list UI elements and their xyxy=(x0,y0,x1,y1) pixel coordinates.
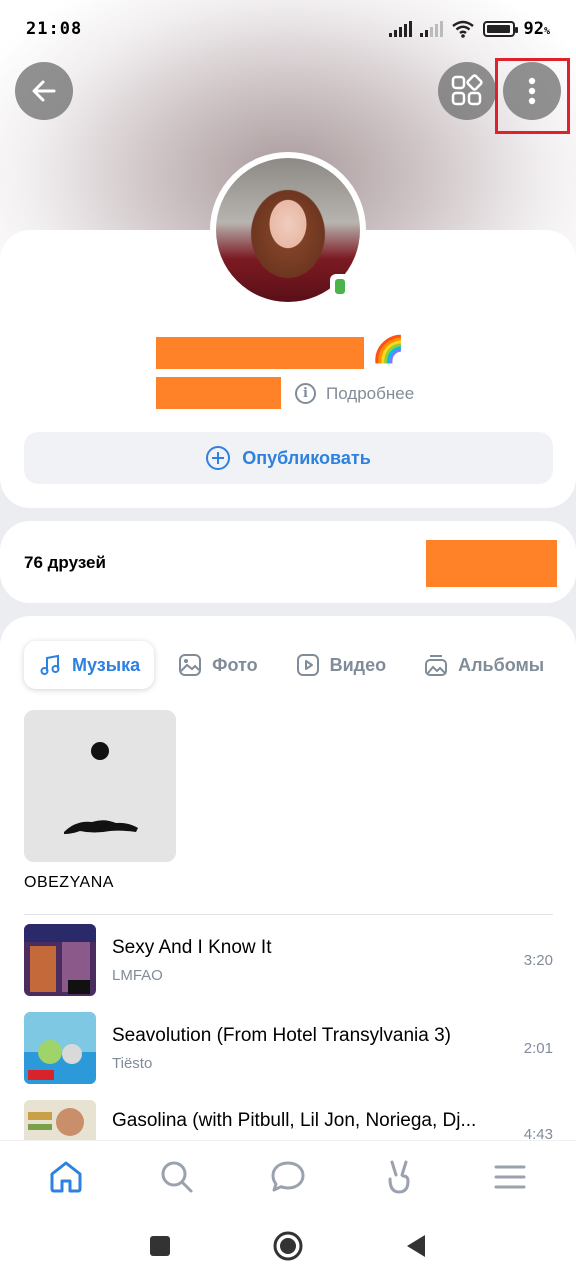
track-artist: LMFAO xyxy=(112,966,163,984)
search-icon xyxy=(161,1161,193,1192)
friends-avatars-redacted xyxy=(426,540,557,587)
recents-icon[interactable] xyxy=(148,1234,172,1258)
info-icon: i xyxy=(295,383,316,404)
media-tabs: Музыка Фото Видео Альбомы xyxy=(24,641,568,689)
apps-grid-icon xyxy=(451,74,483,106)
music-note-icon xyxy=(38,653,62,677)
video-icon xyxy=(296,653,320,677)
tab-photo-label: Фото xyxy=(212,654,258,675)
status-time: 21:08 xyxy=(26,19,83,39)
wifi-icon xyxy=(452,20,475,38)
signal-icon xyxy=(389,21,413,37)
battery-percent: 92% xyxy=(523,19,550,39)
tab-albums-label: Альбомы xyxy=(458,654,545,675)
tab-photo[interactable]: Фото xyxy=(164,641,271,689)
photo-icon xyxy=(178,653,202,677)
back-triangle-icon[interactable] xyxy=(404,1233,428,1259)
tab-albums[interactable]: Альбомы xyxy=(410,641,558,689)
details-link[interactable]: i Подробнее xyxy=(295,383,414,404)
tab-video[interactable]: Видео xyxy=(282,641,401,689)
nav-home[interactable] xyxy=(38,1149,94,1205)
nav-clips[interactable] xyxy=(371,1149,427,1205)
bottom-navigation xyxy=(0,1140,576,1212)
signal-icon-secondary xyxy=(420,21,444,37)
clips-icon xyxy=(388,1160,410,1194)
track-info: Gasolina (with Pitbull, Lil Jon, Noriega… xyxy=(96,1100,513,1132)
track-duration: 2:01 xyxy=(523,1039,553,1057)
messages-icon xyxy=(271,1161,305,1191)
album-art xyxy=(24,710,176,862)
rainbow-emoji: 🌈 xyxy=(372,334,405,364)
home-circle-icon[interactable] xyxy=(272,1230,304,1262)
battery-icon xyxy=(483,21,519,37)
back-button[interactable] xyxy=(15,62,73,120)
home-icon xyxy=(50,1161,82,1192)
status-indicators: 92% xyxy=(389,19,550,39)
track-title: Gasolina (with Pitbull, Lil Jon, Noriega… xyxy=(112,1110,477,1131)
system-navigation xyxy=(0,1212,576,1280)
apps-button[interactable] xyxy=(438,62,496,120)
nav-messages[interactable] xyxy=(260,1149,316,1205)
friends-count: 76 друзей xyxy=(24,553,106,572)
track-info: Sexy And I Know It LMFAO xyxy=(96,937,513,984)
album-cover[interactable] xyxy=(24,710,176,862)
track-cover xyxy=(24,924,96,996)
publish-label: Опубликовать xyxy=(242,447,371,468)
details-label: Подробнее xyxy=(326,383,415,403)
track-row[interactable]: Sexy And I Know It LMFAO 3:20 xyxy=(24,924,553,996)
track-info: Seavolution (From Hotel Transylvania 3) … xyxy=(96,1025,513,1072)
albums-icon xyxy=(424,653,448,677)
menu-icon xyxy=(494,1165,526,1188)
online-mobile-badge xyxy=(330,274,350,298)
arrow-left-icon xyxy=(32,80,56,102)
publish-button[interactable]: Опубликовать xyxy=(24,432,553,484)
media-card xyxy=(0,616,576,1176)
tab-music-label: Музыка xyxy=(72,654,141,675)
name-redacted xyxy=(156,337,364,369)
tab-video-label: Видео xyxy=(329,654,387,675)
track-artist: Tiësto xyxy=(112,1054,153,1072)
status-redacted xyxy=(156,377,281,409)
status-bar: 21:08 92% xyxy=(0,0,576,58)
track-row[interactable]: Gasolina (with Pitbull, Lil Jon, Noriega… xyxy=(24,1100,553,1140)
divider xyxy=(24,914,553,915)
track-duration: 3:20 xyxy=(523,951,553,969)
track-title: Sexy And I Know It xyxy=(112,936,272,958)
plus-circle-icon xyxy=(206,446,231,470)
nav-search[interactable] xyxy=(149,1149,205,1205)
nav-menu[interactable] xyxy=(482,1149,538,1205)
highlight-box xyxy=(495,58,570,134)
album-title[interactable]: OBEZYANA xyxy=(24,874,114,892)
track-title: Seavolution (From Hotel Transylvania 3) xyxy=(112,1024,451,1046)
track-cover xyxy=(24,1012,96,1084)
track-cover xyxy=(24,1100,96,1140)
track-duration: 4:43 xyxy=(523,1126,553,1140)
tab-music[interactable]: Музыка xyxy=(24,641,155,689)
track-row[interactable]: Seavolution (From Hotel Transylvania 3) … xyxy=(24,1012,553,1084)
